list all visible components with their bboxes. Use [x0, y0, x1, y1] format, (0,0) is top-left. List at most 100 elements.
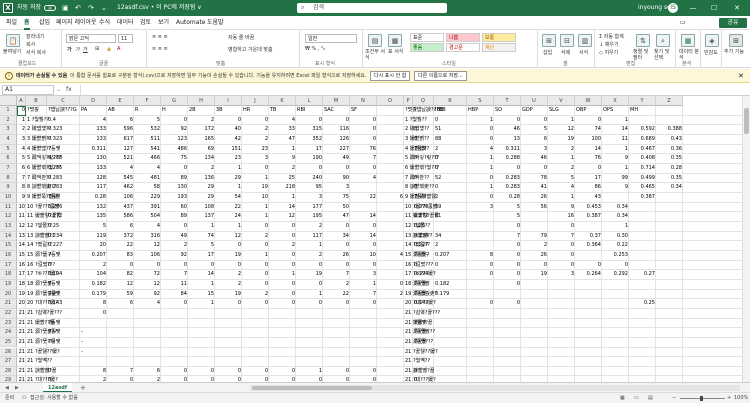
cell-C25[interactable]: 7등떛	[47, 338, 80, 348]
bold-button[interactable]: 가	[67, 46, 72, 53]
cell-X11[interactable]: 0.34	[602, 203, 629, 213]
cell-L1[interactable]: RBI	[296, 106, 323, 116]
column-header-S[interactable]: S	[467, 96, 494, 106]
cell-Z4[interactable]: 0.43	[656, 135, 683, 145]
cell-A24[interactable]: 21	[17, 328, 26, 338]
column-header-J[interactable]: J	[242, 96, 269, 106]
cell-P10[interactable]: 9 媛뺤쭊?먮뒗	[404, 193, 436, 203]
cell-P28[interactable]: 21 諛뺣떎?꾪	[404, 367, 434, 377]
cell-E13[interactable]: 6	[107, 222, 134, 232]
cell-B18[interactable]: 17 ?⑥???媛?	[26, 270, 58, 280]
cell-D21[interactable]: 8	[80, 299, 107, 309]
align-left-icon[interactable]: ≡ ≡ ≡	[152, 46, 168, 52]
cell-I11[interactable]: 22	[215, 203, 242, 213]
cell-K2[interactable]: 4	[269, 116, 296, 126]
cell-B17[interactable]: 16 ?洹몄???	[26, 261, 55, 271]
cell-U18[interactable]: 19	[521, 270, 548, 280]
cell-N17[interactable]: 0	[350, 261, 377, 271]
cell-Y3[interactable]: 0.592	[629, 125, 656, 135]
cell-A11[interactable]: 10	[17, 203, 26, 213]
cell-H9[interactable]: 29	[188, 183, 215, 193]
style-good[interactable]: 좋음	[410, 43, 444, 52]
cell-D12[interactable]: 135	[80, 212, 107, 222]
cell-K11[interactable]: 14	[269, 203, 296, 213]
cell-B14[interactable]: 13 諛뺣떎??	[26, 232, 54, 242]
cell-T8[interactable]: 0.283	[494, 174, 521, 184]
fx-icon[interactable]: fx	[66, 84, 72, 96]
accessibility-icon[interactable]: ⚇	[22, 393, 26, 403]
cell-J7[interactable]: 0	[242, 164, 269, 174]
cell-M1[interactable]: SAC	[323, 106, 350, 116]
column-header-Y[interactable]: Y	[629, 96, 656, 106]
cell-K10[interactable]: 1	[269, 193, 296, 203]
merge-center-button[interactable]: 병합하고 가운데 맞춤	[228, 46, 273, 53]
cell-P21[interactable]: 20 ?대???媛?	[404, 299, 436, 309]
cell-Q20[interactable]: 7등떛	[413, 290, 434, 300]
cell-H1[interactable]: 2B	[188, 106, 215, 116]
customize-qat-icon[interactable]: ⌄	[101, 0, 107, 16]
search-box[interactable]: ⌕ 검색	[297, 3, 447, 13]
cell-F11[interactable]: 391	[134, 203, 161, 213]
cell-P16[interactable]: 15 源?뚮구	[404, 251, 430, 261]
cell-K16[interactable]: 0	[269, 251, 296, 261]
cell-A27[interactable]: 21	[17, 357, 26, 367]
cell-M13[interactable]: 0	[323, 222, 350, 232]
cell-X18[interactable]: 0.292	[602, 270, 629, 280]
page-layout-view-icon[interactable]: ▭	[634, 393, 639, 403]
row-header-27[interactable]: 27	[0, 357, 17, 367]
cell-L6[interactable]: 190	[296, 154, 323, 164]
cell-B23[interactable]: 21 媛뺤??꾨	[26, 319, 54, 329]
cell-A4[interactable]: 3	[17, 135, 26, 145]
cell-P18[interactable]: 17 ?⑥???媛?	[404, 270, 436, 280]
cell-D20[interactable]: 0.179	[80, 290, 107, 300]
cell-F3[interactable]: 532	[134, 125, 161, 135]
cell-L15[interactable]: 1	[296, 241, 323, 251]
cell-L21[interactable]: 0	[296, 299, 323, 309]
redo-icon[interactable]: ↷	[88, 0, 94, 16]
cell-F14[interactable]: 316	[134, 232, 161, 242]
style-normal[interactable]: 표준	[410, 33, 444, 42]
cell-F13[interactable]: 4	[134, 222, 161, 232]
cell-X7[interactable]: 1	[602, 164, 629, 174]
cell-D10[interactable]: 0.28	[80, 193, 107, 203]
cell-E11[interactable]: 437	[107, 203, 134, 213]
cell-J10[interactable]: 10	[242, 193, 269, 203]
row-header-12[interactable]: 12	[0, 212, 17, 222]
cell-H14[interactable]: 74	[188, 232, 215, 242]
cell-R5[interactable]: 2	[434, 145, 467, 155]
cell-F5[interactable]: 541	[134, 145, 161, 155]
cell-B9[interactable]: 8 諛뺤꽦吏??	[26, 183, 56, 193]
cell-D5[interactable]: 0.311	[80, 145, 107, 155]
cell-W7[interactable]: 0	[575, 164, 602, 174]
cell-W17[interactable]: 0	[575, 261, 602, 271]
cell-M8[interactable]: 90	[323, 174, 350, 184]
cell-Q17[interactable]: 0	[413, 261, 434, 271]
cell-W10[interactable]: 43	[575, 193, 602, 203]
cell-E28[interactable]: 7	[107, 367, 134, 377]
addins-icon[interactable]: ⊞	[729, 34, 743, 47]
cell-Q11[interactable]: 0.276	[413, 203, 434, 213]
cell-D18[interactable]: 104	[80, 270, 107, 280]
style-bad[interactable]: 나쁨	[446, 33, 480, 42]
cell-L28[interactable]: 1	[296, 367, 323, 377]
cell-U5[interactable]: 3	[521, 145, 548, 155]
row-header-17[interactable]: 17	[0, 260, 17, 271]
cell-T6[interactable]: 0.288	[494, 154, 521, 164]
cell-A19[interactable]: 18	[17, 280, 26, 290]
cell-Q3[interactable]: 0	[413, 125, 434, 135]
cell-B21[interactable]: 20 ?대???媛?	[26, 299, 58, 309]
cell-X1[interactable]: OPS	[602, 106, 629, 116]
cell-K15[interactable]: 2	[269, 241, 296, 251]
cell-Y4[interactable]: 0.689	[629, 135, 656, 145]
cell-F1[interactable]: R	[134, 106, 161, 116]
cell-J16[interactable]: 1	[242, 251, 269, 261]
cell-X16[interactable]: 0.253	[602, 251, 629, 261]
fill-button[interactable]: ↓ 채우기	[599, 41, 619, 48]
cell-A26[interactable]: 21	[17, 348, 26, 358]
row-header-26[interactable]: 26	[0, 347, 17, 358]
cell-G10[interactable]: 193	[161, 193, 188, 203]
cell-N20[interactable]: 7	[350, 290, 377, 300]
cell-V9[interactable]: 4	[548, 183, 575, 193]
cell-C20[interactable]: 7등떛	[47, 290, 80, 300]
cell-D25[interactable]: -	[80, 338, 107, 348]
